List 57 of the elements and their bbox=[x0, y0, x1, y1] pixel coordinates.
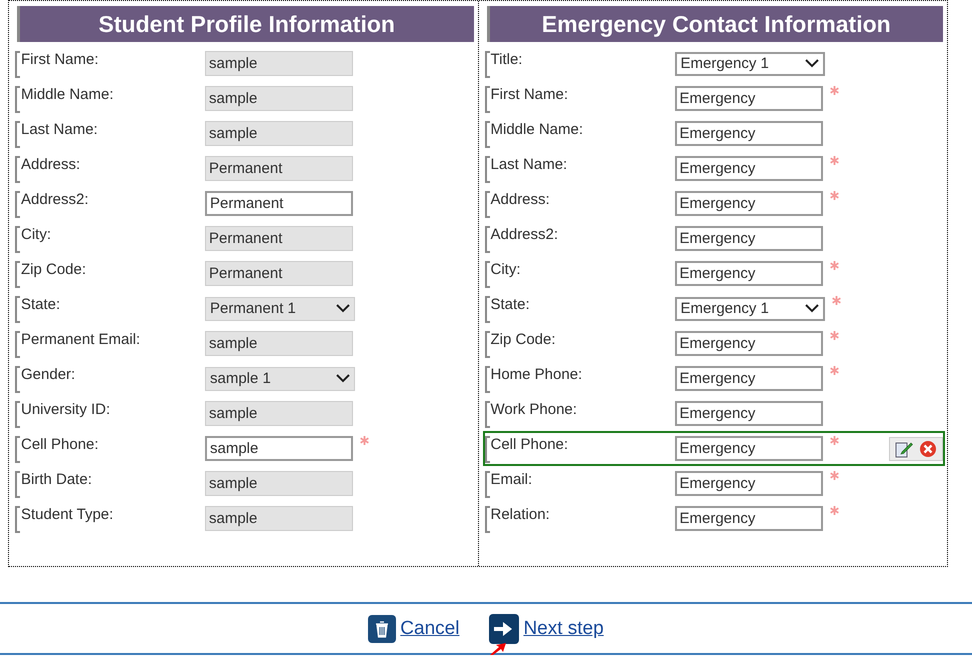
input-field[interactable]: Emergency bbox=[674, 506, 822, 531]
cursor-icon bbox=[490, 643, 506, 655]
input-field[interactable]: Emergency bbox=[674, 191, 822, 216]
field-label: First Name: bbox=[484, 84, 674, 112]
field-label: Title: bbox=[484, 50, 674, 78]
dropdown-field[interactable]: Emergency 1 bbox=[674, 296, 824, 320]
field-label: Cell Phone: bbox=[15, 434, 205, 462]
input-field[interactable]: Permanent bbox=[205, 191, 353, 216]
field-label: Zip Code: bbox=[484, 330, 674, 358]
next-step-link[interactable]: Next step bbox=[489, 614, 604, 644]
field-label: Birth Date: bbox=[15, 470, 205, 498]
field-label: Email: bbox=[484, 470, 674, 498]
dropdown-field[interactable]: Emergency 1 bbox=[674, 52, 824, 76]
section-header: Student Profile Information bbox=[17, 6, 474, 42]
field-label: State: bbox=[15, 294, 205, 322]
field-label: Relation: bbox=[484, 504, 674, 532]
delete-icon[interactable] bbox=[919, 440, 937, 458]
arrow-right-icon bbox=[489, 614, 520, 644]
input-field[interactable]: Emergency bbox=[674, 436, 822, 461]
input-field[interactable]: sample bbox=[205, 436, 353, 461]
field-label: Address2: bbox=[484, 224, 674, 252]
field-label: City: bbox=[484, 260, 674, 288]
field-label: Zip Code: bbox=[15, 260, 205, 288]
section-header: Emergency Contact Information bbox=[486, 6, 943, 42]
input-field[interactable]: Emergency bbox=[674, 86, 822, 111]
input-field[interactable]: Emergency bbox=[674, 401, 822, 426]
field-label: Middle Name: bbox=[484, 120, 674, 148]
input-field[interactable]: Emergency bbox=[674, 121, 822, 146]
field-label: Home Phone: bbox=[484, 364, 674, 392]
field-label: Cell Phone: bbox=[484, 434, 674, 462]
field-label: Permanent Email: bbox=[15, 330, 205, 358]
field-label: Last Name: bbox=[484, 154, 674, 182]
field-label: City: bbox=[15, 224, 205, 252]
input-field[interactable]: Emergency bbox=[674, 331, 822, 356]
edit-icon[interactable] bbox=[895, 440, 913, 458]
field-label: Gender: bbox=[15, 364, 205, 392]
cancel-link[interactable]: Cancel bbox=[368, 614, 460, 642]
chevron-down-icon bbox=[336, 374, 350, 383]
input-field[interactable]: Emergency bbox=[674, 156, 822, 181]
chevron-down-icon bbox=[336, 304, 350, 313]
field-label: University ID: bbox=[15, 400, 205, 428]
chevron-down-icon bbox=[804, 304, 818, 313]
field-label: First Name: bbox=[15, 50, 205, 78]
chevron-down-icon bbox=[804, 59, 818, 68]
field-label: Work Phone: bbox=[484, 400, 674, 428]
input-field[interactable]: Emergency bbox=[674, 261, 822, 286]
field-label: Address: bbox=[15, 154, 205, 182]
field-label: Middle Name: bbox=[15, 84, 205, 112]
field-label: Address2: bbox=[15, 190, 205, 218]
input-field[interactable]: Emergency bbox=[674, 471, 822, 496]
input-field[interactable]: Emergency bbox=[674, 226, 822, 251]
input-field[interactable]: Emergency bbox=[674, 366, 822, 391]
field-label: Address: bbox=[484, 190, 674, 218]
trash-icon bbox=[368, 614, 396, 642]
field-label: Student Type: bbox=[15, 504, 205, 532]
field-label: State: bbox=[484, 294, 674, 322]
field-label: Last Name: bbox=[15, 120, 205, 148]
